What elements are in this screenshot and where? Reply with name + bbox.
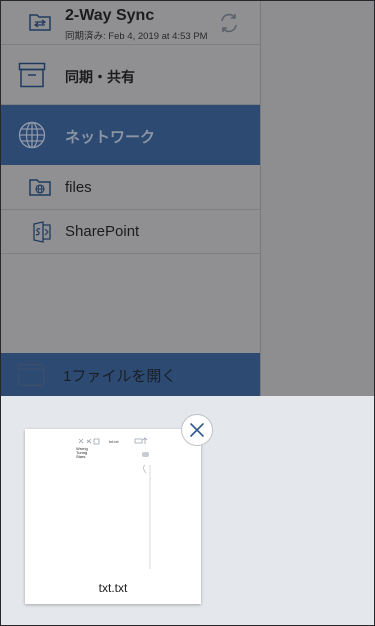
open-file-label: 1ファイルを開く — [63, 368, 177, 385]
sharepoint-icon — [33, 221, 51, 243]
sidebar-item-label: 同期・共有 — [65, 69, 135, 85]
sync-title: 2-Way Sync — [65, 7, 155, 24]
preview-header: txt.txt — [109, 439, 119, 444]
file-thumbnail-card[interactable]: txt.txt Wrong Turing Stars txt.txt — [25, 429, 201, 604]
network-folder-icon — [29, 179, 51, 196]
sidebar-item-sync-share[interactable]: 同期・共有 — [1, 45, 260, 105]
file-name: txt.txt — [98, 581, 128, 595]
file-tray-icon — [17, 363, 45, 387]
sync-status: 同期済み: Feb 4, 2019 at 4:53 PM — [65, 31, 208, 42]
sidebar-item-sharepoint[interactable]: SharePoint — [1, 210, 260, 254]
close-icon — [190, 423, 204, 437]
two-way-sync-folder-icon — [29, 14, 51, 31]
dimmed-background: 2-Way Sync 同期済み: Feb 4, 2019 at 4:53 PM … — [1, 1, 374, 396]
file-preview-image: txt.txt Wrong Turing Stars — [76, 437, 151, 569]
preview-line: Stars — [76, 454, 85, 459]
sidebar-item-network[interactable]: ネットワーク — [1, 105, 260, 165]
open-file-bar[interactable]: 1ファイルを開く — [1, 353, 260, 396]
screen: 2-Way Sync 同期済み: Feb 4, 2019 at 4:53 PM … — [0, 0, 375, 626]
archive-box-icon — [18, 62, 46, 88]
sidebar-item-files[interactable]: files — [1, 165, 260, 210]
refresh-icon[interactable] — [218, 12, 240, 34]
sidebar-item-two-way-sync[interactable]: 2-Way Sync 同期済み: Feb 4, 2019 at 4:53 PM — [1, 1, 260, 45]
close-button[interactable] — [181, 414, 213, 446]
globe-icon — [18, 121, 46, 149]
sidebar-item-label: SharePoint — [65, 223, 140, 240]
sidebar: 2-Way Sync 同期済み: Feb 4, 2019 at 4:53 PM … — [1, 1, 261, 396]
sidebar-item-label: files — [65, 179, 92, 196]
sidebar-item-label: ネットワーク — [65, 129, 156, 146]
